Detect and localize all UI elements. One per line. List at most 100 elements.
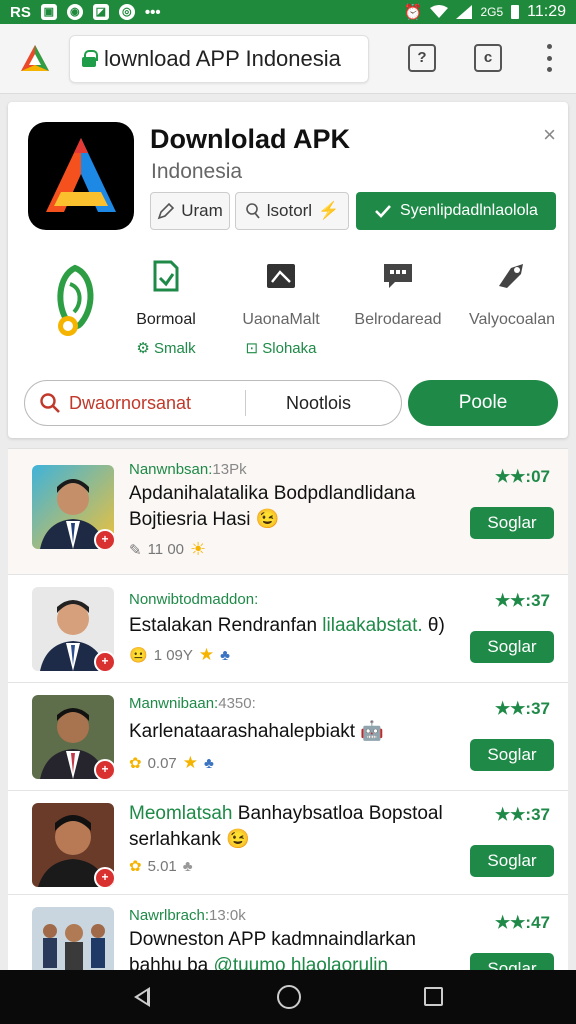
list-item[interactable]: + Manwnibaan:4350: Karlenataarashahalepb… — [8, 683, 568, 791]
search-button[interactable]: lsotorl ⚡ — [235, 192, 349, 230]
star-icon: ★ — [182, 753, 199, 772]
thumb-icon: ✿ — [129, 755, 142, 772]
browser-toolbar: lownload APP Indonesia ? c — [0, 24, 576, 94]
item-foot: ✎ 11 00 ☀ — [129, 539, 206, 560]
avatar: + — [32, 803, 114, 887]
page-info-button[interactable]: c — [474, 44, 502, 72]
navigation-bar — [0, 970, 576, 1024]
app-icon — [28, 122, 134, 230]
item-meta: Manwnibaan:4350: — [129, 695, 256, 712]
share-label: Uram — [181, 201, 223, 220]
item-rating: ★★:37 — [494, 591, 550, 610]
item-meta: Nanwnbsan:13Pk — [129, 461, 247, 478]
item-action-button[interactable]: Soglar — [470, 953, 554, 970]
feature-download[interactable]: Bormoal ⚙ Smalk — [126, 260, 206, 357]
feature-sub-label: Smalk — [153, 340, 196, 357]
browser-logo-icon[interactable] — [19, 43, 51, 75]
search-icon — [40, 393, 60, 413]
url-text: lownload APP Indonesia — [104, 45, 341, 71]
more-icon: ••• — [144, 3, 161, 21]
people-icon: ♣ — [220, 646, 230, 664]
brand-leaf-icon — [52, 264, 98, 344]
avatar: + — [32, 587, 114, 671]
chat-icon — [384, 264, 412, 288]
address-bar[interactable]: lownload APP Indonesia — [69, 34, 369, 83]
app-list: + Nanwnbsan:13Pk Apdanihalatalika Bodpdl… — [8, 448, 568, 970]
notification-badge-icon: + — [94, 867, 114, 887]
item-count: 5.01 — [147, 857, 177, 875]
filter-label[interactable]: Nootlois — [286, 393, 351, 414]
tab-switcher-button[interactable]: ? — [408, 44, 436, 72]
item-rating: ★★:47 — [494, 913, 550, 932]
item-title-text: Estalakan Rendranfan — [129, 615, 318, 636]
install-button[interactable]: Syenlipdadlnlaolola — [356, 192, 556, 230]
item-meta: Nawrlbrach:13:0k — [129, 907, 246, 924]
item-action-button[interactable]: Soglar — [470, 631, 554, 663]
item-action-button[interactable]: Soglar — [470, 845, 554, 877]
gear-icon: ⚙ — [136, 340, 150, 357]
battery-icon — [511, 5, 520, 19]
item-source: Nawrlbrach: — [129, 907, 210, 924]
overflow-menu-icon[interactable] — [546, 44, 552, 72]
list-item[interactable]: + Meomlatsah Banhaybsatloa Bopstoal serl… — [8, 791, 568, 895]
sun-icon: ☀ — [190, 539, 207, 559]
bolt-icon: ⚡ — [318, 201, 340, 220]
search-action-button[interactable]: Poole — [408, 380, 558, 426]
notification-icon: ◪ — [92, 4, 109, 20]
lock-icon — [82, 50, 98, 67]
item-title-highlight: @tuumo hlaolaorulin — [213, 955, 389, 970]
face-emoji-icon: 😐 — [129, 647, 148, 664]
install-label: Syenlipdadlnlaolola — [400, 202, 538, 219]
check-icon — [375, 205, 392, 218]
wifi-icon — [430, 5, 449, 18]
list-item[interactable]: + Nawrlbrach:13:0k Downeston APP kadmnai… — [8, 895, 568, 970]
close-icon[interactable]: × — [543, 122, 556, 148]
status-bar: RS ▣ ◉ ◪ ◎ ••• ⏰ 2G5 11:29 — [0, 0, 576, 24]
notification-badge-icon: + — [94, 759, 114, 779]
signal-icon — [456, 5, 473, 19]
list-item[interactable]: + Nanwnbsan:13Pk Apdanihalatalika Bodpdl… — [8, 449, 568, 575]
share-arrow-icon — [499, 264, 523, 288]
alarm-icon: ⏰ — [403, 4, 423, 21]
list-item[interactable]: + Nonwibtodmaddon: Estalakan Rendranfan … — [8, 575, 568, 683]
item-source: Meomlatsah — [129, 803, 233, 824]
item-title-highlight: lilaakabstat. — [322, 615, 423, 636]
magnifier-icon — [245, 203, 260, 219]
item-rating: ★★:07 — [494, 467, 550, 486]
item-title-tail: θ) — [427, 615, 445, 636]
feature-label: Valyocoalan — [469, 311, 555, 328]
feature-reviews[interactable]: Belrodaread — [350, 260, 446, 329]
item-action-button[interactable]: Soglar — [470, 739, 554, 771]
app-title: Downlolad APK — [150, 124, 350, 154]
search-placeholder: Dwaornorsanat — [69, 392, 192, 413]
feature-sub-label: Slohaka — [262, 340, 317, 357]
avatar: + — [32, 695, 114, 779]
app-card: Downlolad APK Indonesia × Uram lsotorl ⚡… — [8, 102, 568, 438]
home-icon[interactable] — [277, 985, 301, 1009]
box-icon: ⊡ — [245, 340, 259, 357]
notification-badge-icon: + — [94, 529, 114, 549]
item-foot: ✿ 5.01 ♣ — [129, 857, 193, 876]
clock: 11:29 — [527, 3, 566, 20]
people-icon: ♣ — [204, 754, 214, 772]
item-title-text: Karlenataarashahalepbiakt — [129, 721, 356, 742]
recent-apps-icon[interactable] — [424, 987, 443, 1006]
search-input[interactable]: Dwaornorsanat Nootlois — [24, 380, 402, 426]
thumb-icon: ✿ — [129, 858, 142, 875]
feature-manual[interactable]: UaonaMalt ⊡ Slohaka — [236, 260, 326, 357]
feature-sub: ⊡ Slohaka — [236, 339, 326, 357]
item-rating: ★★:37 — [494, 805, 550, 824]
item-size: 4350: — [218, 695, 256, 712]
file-download-icon — [153, 260, 179, 292]
item-action-button[interactable]: Soglar — [470, 507, 554, 539]
share-button[interactable]: Uram — [150, 192, 230, 230]
robot-icon: 🤖 — [360, 721, 385, 742]
item-title: Apdanihalatalika Bodpdlandlidana Bojties… — [129, 481, 459, 533]
feature-share[interactable]: Valyocoalan — [464, 260, 560, 329]
item-foot: 😐 1 09Y ★ ♣ — [129, 645, 230, 665]
item-title: Estalakan Rendranfan lilaakabstat. θ) — [129, 613, 459, 639]
pin-icon: ✎ — [129, 541, 142, 559]
avatar: + — [32, 907, 114, 970]
network-label: 2G5 — [480, 5, 504, 19]
avatar: + — [32, 465, 114, 549]
